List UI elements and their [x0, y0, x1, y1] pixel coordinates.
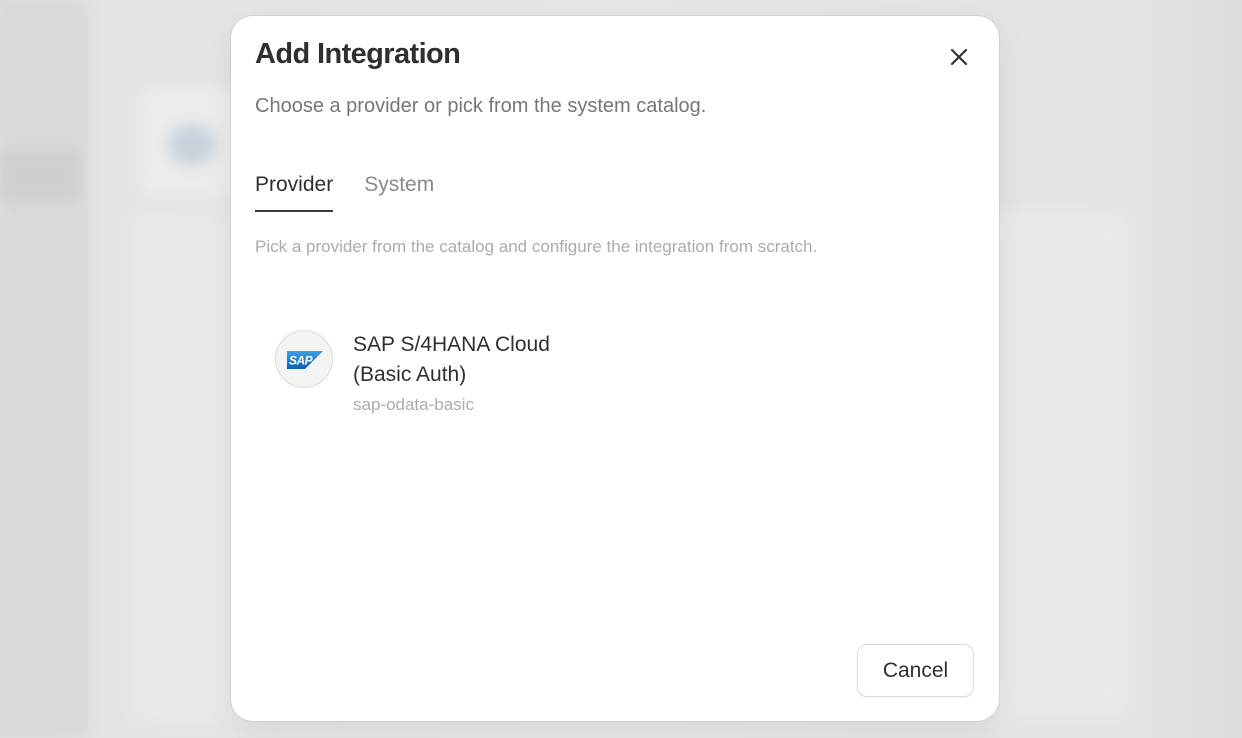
close-button[interactable]: [944, 42, 974, 72]
tab-system[interactable]: System: [364, 170, 434, 212]
tab-bar: Provider System: [255, 170, 434, 212]
background-avatar: [168, 124, 216, 166]
background-sidebar-item: [0, 150, 80, 200]
close-icon: [950, 48, 968, 66]
background-sidebar: [0, 0, 88, 738]
provider-item-sap-s4hana[interactable]: SAP SAP S/4HANA Cloud (Basic Auth) sap-o…: [271, 326, 601, 414]
dialog-subtitle: Choose a provider or pick from the syste…: [255, 95, 707, 117]
tab-description: Pick a provider from the catalog and con…: [255, 237, 818, 256]
sap-logo-graphic: SAP: [287, 351, 323, 369]
cancel-button[interactable]: Cancel: [857, 644, 974, 697]
sap-logo-text: SAP: [289, 354, 314, 368]
tab-provider[interactable]: Provider: [255, 170, 334, 212]
add-integration-dialog: Add Integration Choose a provider or pic…: [231, 16, 999, 721]
sap-logo-icon: SAP: [275, 330, 333, 388]
provider-name: SAP S/4HANA Cloud (Basic Auth): [353, 333, 550, 386]
provider-slug: sap-odata-basic: [353, 395, 474, 414]
dialog-title: Add Integration: [255, 38, 461, 70]
